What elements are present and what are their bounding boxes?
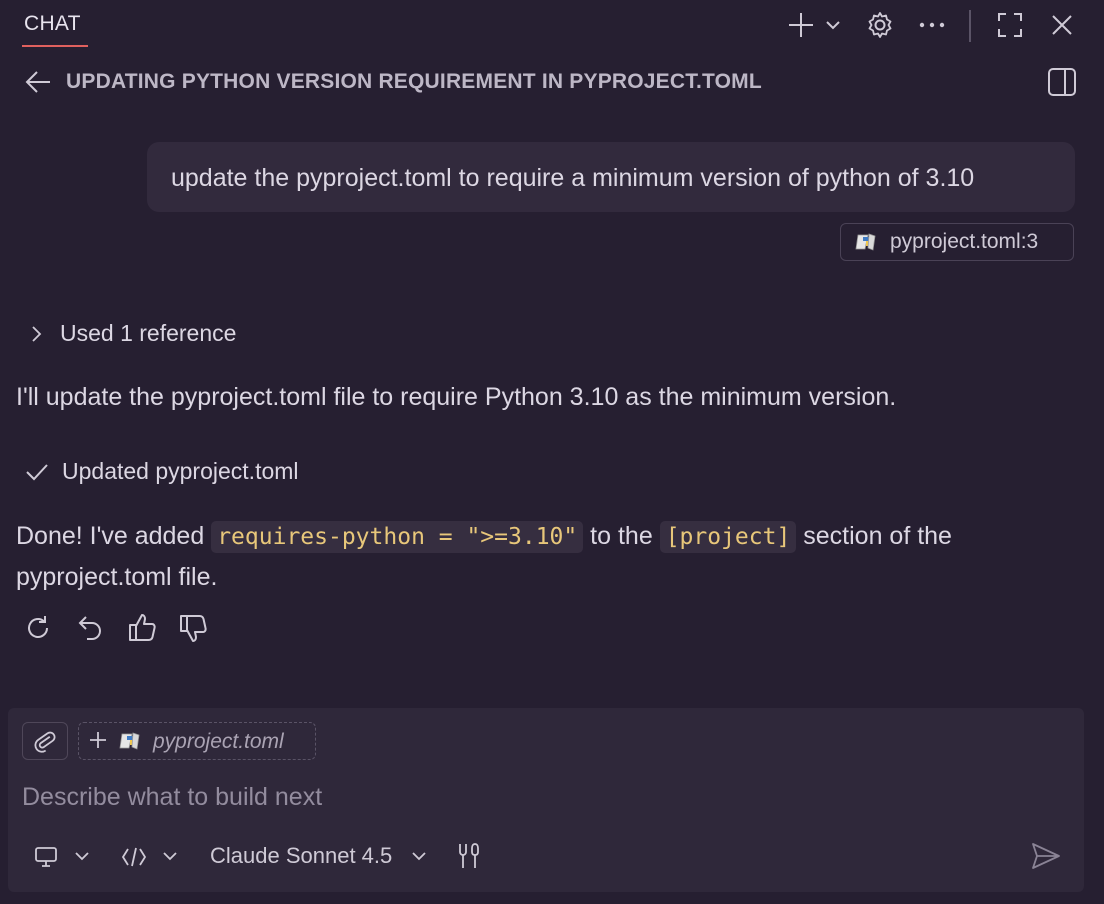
- inline-code: [project]: [659, 521, 797, 553]
- sidebar-toggle-icon[interactable]: [1047, 67, 1077, 97]
- undo-icon[interactable]: [77, 613, 105, 643]
- thumbs-down-icon[interactable]: [178, 614, 208, 644]
- tools-icon[interactable]: [454, 841, 484, 871]
- context-file-label: pyproject.toml: [153, 730, 284, 753]
- back-arrow-icon[interactable]: [24, 69, 52, 95]
- ellipsis-icon[interactable]: [918, 20, 946, 30]
- summary-text-part: Done! I've added: [16, 522, 212, 550]
- chevron-right-icon[interactable]: [29, 325, 43, 343]
- tab-chat[interactable]: CHAT: [24, 12, 81, 36]
- plus-icon[interactable]: [787, 11, 815, 39]
- model-selector[interactable]: Claude Sonnet 4.5: [210, 843, 392, 869]
- inline-code: requires-python = ">=3.10": [211, 521, 584, 553]
- maximize-icon[interactable]: [997, 12, 1023, 38]
- chevron-down-icon[interactable]: [74, 850, 90, 862]
- paperclip-icon: [33, 729, 57, 753]
- retry-icon[interactable]: [24, 614, 52, 642]
- chevron-down-icon[interactable]: [411, 850, 427, 862]
- user-message-text: update the pyproject.toml to require a m…: [171, 164, 975, 192]
- edit-status-text: Updated pyproject.toml: [62, 458, 299, 484]
- plus-icon: [88, 730, 108, 750]
- monitor-icon[interactable]: [34, 845, 58, 869]
- toolbar-divider: [969, 10, 971, 42]
- chevron-down-icon[interactable]: [162, 850, 178, 862]
- thumbs-up-icon[interactable]: [127, 612, 157, 642]
- file-reference-label: pyproject.toml:3: [890, 230, 1039, 253]
- checkmark-icon: [25, 462, 49, 482]
- assistant-summary-text: Done! I've added requires-python = ">=3.…: [16, 516, 1076, 597]
- agent-mode-icon[interactable]: [120, 845, 148, 869]
- chevron-down-icon[interactable]: [825, 18, 841, 32]
- summary-text-part: to the: [583, 522, 660, 550]
- python-file-icon: [119, 731, 141, 751]
- conversation-title: UPDATING PYTHON VERSION REQUIREMENT IN P…: [66, 70, 762, 93]
- close-icon[interactable]: [1050, 13, 1074, 37]
- chat-input-field[interactable]: Describe what to build next: [22, 783, 322, 812]
- python-file-icon: [855, 232, 877, 252]
- send-icon[interactable]: [1030, 840, 1062, 872]
- active-tab-indicator: [22, 45, 88, 47]
- gear-icon[interactable]: [865, 10, 895, 40]
- assistant-intro-text: I'll update the pyproject.toml file to r…: [16, 383, 897, 411]
- used-references-toggle[interactable]: Used 1 reference: [60, 320, 236, 347]
